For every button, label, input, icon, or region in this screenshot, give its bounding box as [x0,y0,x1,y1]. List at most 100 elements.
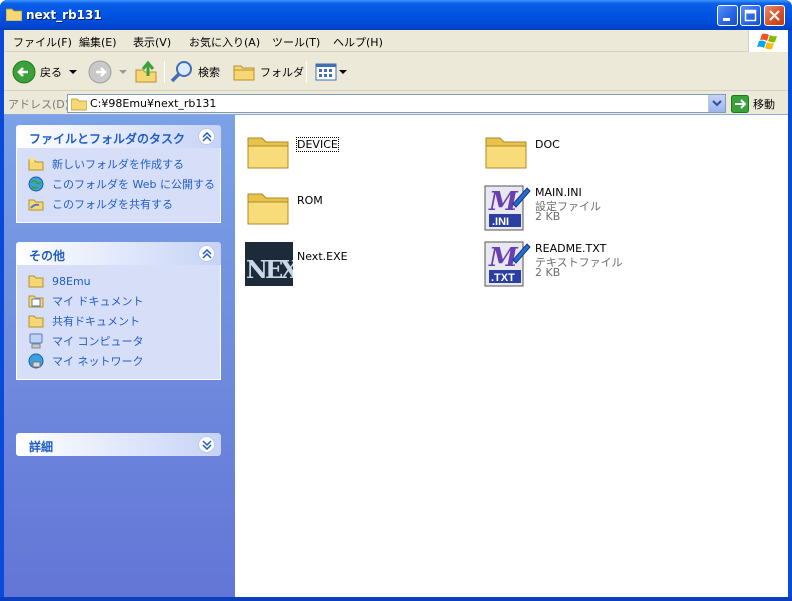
file-item-device[interactable]: DEVICE [245,128,445,178]
menu-tools[interactable]: ツール(T) [272,34,320,50]
share-folder-icon [28,199,44,211]
chevron-down-icon [712,100,722,107]
folders-label: フォルダ [260,66,304,79]
file-view: DEVICE DOC ROM M .INI MAIN.INI 設定ファイル 2 … [235,115,788,598]
file-name: Next.EXE [297,250,348,263]
panel-header[interactable]: その他 [16,242,221,265]
task-label: マイ ドキュメント [52,295,144,308]
file-size: 2 KB [535,266,561,279]
file-item-doc[interactable]: DOC [483,128,683,178]
ini-badge-text: .INI [492,216,509,228]
chevron-down-icon [69,70,77,74]
task-pane: ファイルとフォルダのタスク 新しいフォルダを作成する このフォルダを Web に [4,115,235,598]
file-size: 2 KB [535,210,561,223]
place-shared-documents[interactable]: 共有ドキュメント [17,311,220,331]
other-places-panel: その他 98Emu マイ ドキュメント 共有ドキュメント マイ コンピュータ マ… [16,242,221,380]
folder-icon [247,137,289,169]
window-bottom-border [0,597,792,601]
menu-edit[interactable]: 編集(E) [79,34,117,50]
place-98emu[interactable]: 98Emu [17,271,220,291]
close-button[interactable] [764,5,785,26]
minimize-button[interactable] [717,5,738,26]
views-button[interactable] [314,59,347,85]
file-item-readme-txt[interactable]: M .TXT README.TXT テキストファイル 2 KB [483,240,683,290]
menu-help[interactable]: ヘルプ(H) [333,34,383,50]
txt-badge-text: .TXT [491,272,515,284]
panel-body: 新しいフォルダを作成する このフォルダを Web に公開する このフォルダを共有… [16,148,221,223]
panel-header[interactable]: ファイルとフォルダのタスク [16,125,221,148]
maximize-icon [744,9,757,22]
back-button[interactable]: 戻る [12,59,78,85]
new-folder-icon [28,157,44,171]
my-computer-icon [29,333,43,349]
views-icon [315,63,337,81]
file-item-next-exe[interactable]: NEXT Next.EXE [245,240,445,290]
task-label: マイ ネットワーク [52,355,144,368]
place-my-computer[interactable]: マイ コンピュータ [17,331,220,351]
minimize-icon [723,18,730,21]
forward-arrow-icon [88,60,112,84]
close-icon [769,10,780,21]
panel-title: ファイルとフォルダのタスク [29,132,186,146]
up-folder-icon [135,60,157,83]
folders-icon [233,65,255,81]
file-name: DOC [535,138,560,151]
menu-view[interactable]: 表示(V) [133,34,171,50]
place-my-documents[interactable]: マイ ドキュメント [17,291,220,311]
toolbar: 戻る 検索 フォルダ [4,53,788,91]
back-label: 戻る [40,66,62,79]
chevron-down-icon [339,70,347,74]
folder-icon [485,137,527,169]
task-new-folder[interactable]: 新しいフォルダを作成する [17,154,220,174]
ini-file-icon: M .INI [484,185,531,231]
back-arrow-icon [12,60,36,84]
file-item-rom[interactable]: ROM [245,184,445,234]
task-label: マイ コンピュータ [52,335,144,348]
forward-button[interactable] [88,59,128,85]
collapse-button[interactable] [198,245,215,262]
place-my-network[interactable]: マイ ネットワーク [17,351,220,371]
maximize-button[interactable] [740,5,761,26]
title-bar[interactable]: next_rb131 [0,0,792,30]
my-documents-icon [28,295,44,308]
address-input[interactable]: C:¥98Emu¥next_rb131 [67,94,726,113]
address-label: アドレス(D) [8,98,70,111]
content-area: ファイルとフォルダのタスク 新しいフォルダを作成する このフォルダを Web に [4,114,788,598]
chevron-up-icon [202,132,212,142]
panel-title: 詳細 [29,440,54,454]
go-button[interactable]: 移動 [731,94,775,113]
file-name: DEVICE [296,137,339,152]
menu-file[interactable]: ファイル(F) [13,34,72,50]
window-body: ファイル(F) 編集(E) 表示(V) お気に入り(A) ツール(T) ヘルプ(… [4,30,788,598]
address-bar: アドレス(D) C:¥98Emu¥next_rb131 移動 [4,92,788,114]
network-icon [28,353,44,369]
file-name: ROM [297,194,323,207]
go-arrow-icon [731,94,749,113]
search-label: 検索 [198,66,220,79]
folders-button[interactable]: フォルダ [232,59,304,85]
details-panel: 詳細 [16,433,221,456]
txt-file-icon: M .TXT [484,241,531,287]
up-folder-button[interactable] [134,59,158,85]
menu-favorites[interactable]: お気に入り(A) [189,34,260,50]
task-label: 98Emu [52,274,91,288]
panel-body: 98Emu マイ ドキュメント 共有ドキュメント マイ コンピュータ マイ ネッ… [16,265,221,380]
exe-badge-text: NEXT [246,255,293,284]
globe-icon [28,176,44,192]
task-share-folder[interactable]: このフォルダを共有する [17,194,220,214]
expand-button[interactable] [198,436,215,453]
shared-folder-icon [28,315,44,328]
file-item-main-ini[interactable]: M .INI MAIN.INI 設定ファイル 2 KB [483,184,683,234]
collapse-button[interactable] [198,128,215,145]
chevron-up-icon [202,249,212,259]
explorer-window: next_rb131 ファイル(F) 編集(E) 表示(V) お気に入り(A) … [0,0,792,601]
panel-header[interactable]: 詳細 [16,433,221,456]
windows-logo-icon [748,30,788,52]
address-dropdown-button[interactable] [708,95,725,112]
folder-icon [71,98,87,111]
task-label: 新しいフォルダを作成する [52,158,184,171]
go-label: 移動 [753,97,775,111]
task-publish-web[interactable]: このフォルダを Web に公開する [17,174,220,194]
folder-icon [28,275,44,288]
search-button[interactable]: 検索 [170,59,220,85]
